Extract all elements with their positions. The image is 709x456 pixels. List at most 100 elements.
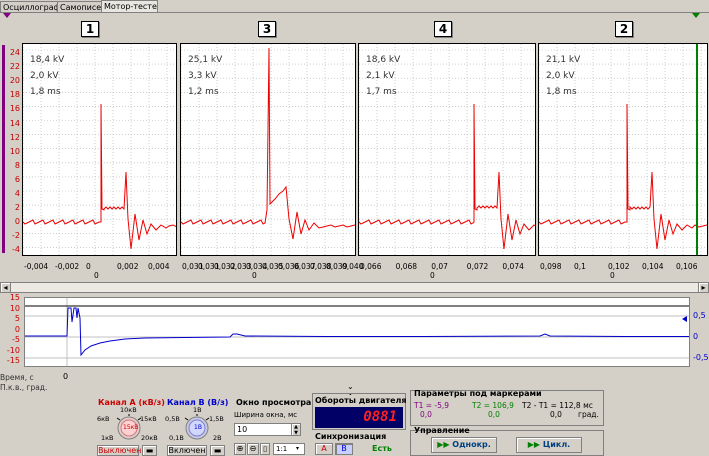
x-tick: 0,074: [502, 262, 524, 271]
sync-b-button[interactable]: B: [335, 443, 353, 455]
x-tick: 0,07: [431, 262, 448, 271]
cycle-run-button[interactable]: ▶▶ Цикл.: [516, 437, 582, 453]
channel-b-knob-area: 1В 1,5В 0,5В 0,1В 2В 1В: [163, 404, 231, 444]
waveform-panel-1[interactable]: 18,4 kV 2,0 kV 1,8 ms: [22, 43, 177, 256]
single-run-button[interactable]: ▶▶ Однокр.: [431, 437, 497, 453]
zoom-out-icon[interactable]: ⊖: [247, 443, 259, 455]
waveform-panel-2[interactable]: 21,1 kV 2,0 kV 1,8 ms: [538, 43, 708, 256]
channel-a-6kv: 6кВ: [97, 415, 110, 423]
y-tick: 18: [9, 90, 20, 100]
marker-unit: град.: [578, 410, 599, 419]
channel-b-1v: 1В: [193, 406, 202, 414]
channel-a-15kv: 15кВ: [140, 415, 157, 423]
channel-a-20kv: 20кВ: [141, 434, 158, 442]
tab-oscilloscope[interactable]: Осциллограф: [0, 1, 58, 12]
sync-a-button[interactable]: A: [315, 443, 333, 455]
y-tick: 6: [14, 174, 20, 184]
panel-2-burn: 2,0 kV: [546, 71, 575, 81]
marker-t2-value: 0,0: [488, 410, 500, 419]
channel-a-10kv: 10кВ: [120, 406, 137, 414]
markers-title: Параметры под маркерами: [414, 389, 542, 398]
lower-left-tick: 0: [14, 324, 20, 334]
x-tick: 0,068: [395, 262, 418, 271]
zoom-in-icon[interactable]: ⊕: [234, 443, 246, 455]
y-tick: 10: [9, 146, 20, 156]
x-tick: 0,1: [574, 262, 586, 271]
channel-b-15v: 1,5В: [209, 415, 224, 423]
panel-4-waveform: [359, 103, 535, 250]
play-icon: ▶▶: [437, 440, 453, 449]
x-zero: 0: [94, 271, 99, 280]
control-title: Управление: [414, 426, 470, 435]
marker-diff-value: 0,0: [550, 410, 562, 419]
channel-b-knob[interactable]: 1В: [194, 424, 202, 431]
panel-3-peak: 25,1 kV: [188, 55, 223, 65]
tab-recorder[interactable]: Самописец: [57, 1, 102, 12]
x-zero: 0: [252, 271, 257, 280]
y-tick: -4: [12, 245, 20, 255]
x-zero: 0: [430, 271, 435, 280]
lower-chart-plot: [25, 298, 689, 366]
marker-t2: T2 = 106,9: [472, 401, 514, 410]
scroll-left-button[interactable]: ◂: [0, 282, 11, 293]
marker-t1: T1 = -5,9: [414, 401, 450, 410]
time-label: Время, с: [0, 373, 34, 382]
channel-b-2v: 2В: [213, 434, 222, 442]
lower-waveform: [25, 307, 689, 357]
x-tick: 0,102: [608, 262, 630, 271]
single-run-label: Однокр.: [452, 440, 491, 449]
panel-number-1: 1: [81, 21, 99, 37]
lower-chart[interactable]: [24, 297, 690, 367]
y-tick: 8: [14, 160, 20, 170]
x-tick: 0,002: [117, 262, 139, 271]
horizontal-scrollbar[interactable]: [0, 282, 709, 293]
tab-motor-tester[interactable]: Мотор-тестер: [101, 0, 158, 12]
left-axis-bar: [2, 45, 5, 253]
channel-a-1kv: 1кВ: [101, 434, 114, 442]
waveform-panel-4[interactable]: 18,6 kV 2,1 kV 1,7 ms: [358, 43, 536, 256]
lower-left-tick: 15: [9, 293, 20, 302]
tab-separator: [0, 12, 709, 13]
x-tick: 0,104: [642, 262, 664, 271]
zoom-dropdown-icon[interactable]: ▾: [296, 445, 299, 452]
y-tick: -2: [12, 231, 20, 241]
y-tick: 24: [9, 48, 20, 57]
channel-b-settings-icon[interactable]: ▬: [210, 445, 225, 456]
x-tick: 0,066: [360, 262, 382, 271]
waveform-panel-3[interactable]: 25,1 kV 3,3 kV 1,2 ms: [180, 43, 356, 256]
marker-left-triangle-icon[interactable]: [3, 13, 11, 18]
marker-diff: T2 - T1 = 112,8 мс: [522, 401, 593, 410]
lower-right-tick: -0,5: [693, 353, 709, 362]
channel-a-settings-icon[interactable]: ▬: [142, 445, 157, 456]
rpm-display: 0881: [315, 407, 403, 428]
channel-b-05v: 0,5В: [165, 415, 180, 423]
zoom-fit-icon[interactable]: ▯: [260, 443, 270, 455]
y-tick: 22: [9, 62, 20, 72]
cycle-icon: ▶▶: [527, 440, 543, 449]
zoom-select[interactable]: 1:1: [273, 443, 305, 455]
lower-left-tick: -15: [6, 356, 20, 365]
channel-a-toggle[interactable]: Выключен: [97, 445, 141, 456]
lower-right-tick: 0: [693, 332, 699, 341]
channel-b-01v: 0,1В: [169, 434, 184, 442]
lower-zero-label: 0: [63, 372, 69, 381]
cycle-run-label: Цикл.: [542, 440, 571, 449]
y-tick: 2: [14, 203, 20, 213]
panel-number-4: 4: [434, 21, 452, 37]
marker-right-triangle-icon[interactable]: [692, 13, 700, 18]
channel-a-knob[interactable]: 15кВ: [123, 424, 138, 431]
channel-a-knob-area: 10кВ 15кВ 6кВ 1кВ 20кВ 15кВ: [95, 404, 163, 444]
angle-label: П.к.в., град.: [0, 383, 48, 392]
x-tick: -0,004: [24, 262, 49, 271]
panel-1-peak: 18,4 kV: [30, 55, 65, 65]
panel-4-peak: 18,6 kV: [366, 55, 401, 65]
x-tick: 0,004: [148, 262, 170, 271]
view-window-width-label: Ширина окна, мс: [234, 411, 298, 419]
panel-number-2: 2: [615, 21, 633, 37]
channel-b-toggle[interactable]: Включен: [167, 445, 207, 456]
lower-left-tick: -10: [6, 345, 20, 355]
x-zero: 0: [610, 271, 615, 280]
lower-left-tick: -5: [12, 335, 20, 344]
width-spinner[interactable]: ▲ ▼: [291, 423, 301, 436]
scroll-right-button[interactable]: ▸: [698, 282, 709, 293]
